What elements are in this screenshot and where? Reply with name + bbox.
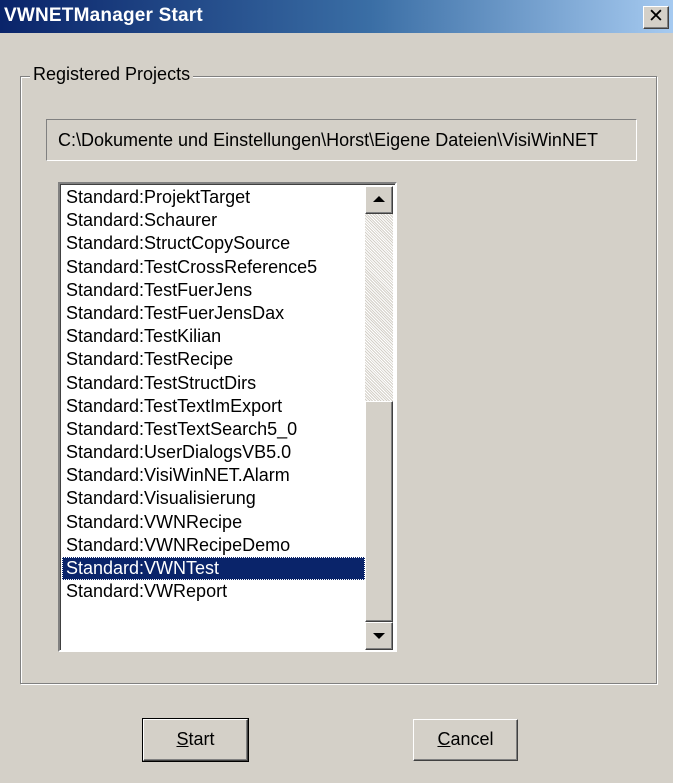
- dialog-window: VWNETManager Start ✕ Registered Projects…: [0, 0, 673, 783]
- scroll-down-button[interactable]: [365, 622, 393, 650]
- arrow-up-icon: [373, 196, 385, 202]
- cancel-label-rest: ancel: [450, 729, 494, 749]
- list-item[interactable]: Standard:TestTextImExport: [62, 395, 365, 418]
- list-item[interactable]: Standard:Schaurer: [62, 209, 365, 232]
- cancel-button[interactable]: Cancel: [413, 719, 518, 761]
- arrow-down-icon: [373, 633, 385, 639]
- project-path-text: C:\Dokumente und Einstellungen\Horst\Eig…: [58, 130, 598, 150]
- start-label-rest: tart: [188, 729, 215, 749]
- list-item[interactable]: Standard:VWNRecipeDemo: [62, 534, 365, 557]
- list-item[interactable]: Standard:VisiWinNET.Alarm: [62, 464, 365, 487]
- scroll-up-button[interactable]: [365, 186, 393, 214]
- projects-list: Standard:ProjektTarget Standard:Schaurer S…: [62, 186, 365, 603]
- list-item[interactable]: Standard:ProjektTarget: [62, 186, 365, 209]
- list-item[interactable]: Standard:TestRecipe: [62, 348, 365, 371]
- cancel-accel-key: C: [437, 729, 451, 749]
- close-button[interactable]: ✕: [643, 6, 669, 29]
- title-bar[interactable]: VWNETManager Start ✕: [0, 0, 673, 33]
- list-item[interactable]: Standard:UserDialogsVB5.0: [62, 441, 365, 464]
- group-label: Registered Projects: [30, 64, 194, 85]
- scrollbar-thumb[interactable]: [365, 401, 393, 622]
- list-item[interactable]: Standard:VWReport: [62, 580, 365, 603]
- list-item-selected[interactable]: Standard:VWNTest: [62, 557, 365, 581]
- list-item[interactable]: Standard:TestKilian: [62, 325, 365, 348]
- window-title: VWNETManager Start: [4, 5, 203, 26]
- vertical-scrollbar[interactable]: [365, 186, 393, 650]
- list-item[interactable]: Standard:TestCrossReference5: [62, 256, 365, 279]
- list-item[interactable]: Standard:TestFuerJensDax: [62, 302, 365, 325]
- list-item[interactable]: Standard:TestTextSearch5_0: [62, 418, 365, 441]
- project-path-field[interactable]: C:\Dokumente und Einstellungen\Horst\Eig…: [46, 119, 637, 161]
- list-item[interactable]: Standard:TestFuerJens: [62, 279, 365, 302]
- projects-listbox[interactable]: Standard:ProjektTarget Standard:Schaurer S…: [58, 182, 397, 652]
- close-icon: ✕: [648, 6, 664, 27]
- list-item[interactable]: Standard:VWNRecipe: [62, 511, 365, 534]
- start-button[interactable]: Start: [142, 718, 249, 762]
- list-item[interactable]: Standard:StructCopySource: [62, 232, 365, 255]
- start-accel-key: S: [176, 729, 189, 749]
- list-item[interactable]: Standard:TestStructDirs: [62, 372, 365, 395]
- list-item[interactable]: Standard:Visualisierung: [62, 487, 365, 510]
